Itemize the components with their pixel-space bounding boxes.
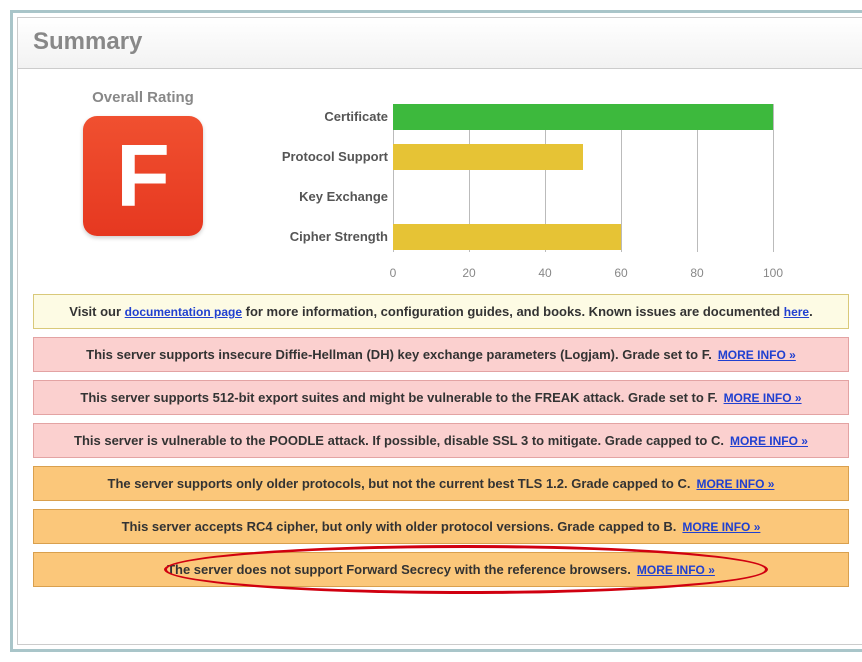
notice-row: The server does not support Forward Secr… [33, 552, 849, 587]
page-title: Summary [33, 28, 849, 56]
panel-inner: Summary Overall Rating F 020406080100 [17, 17, 862, 645]
more-info-link[interactable]: MORE INFO » [730, 434, 808, 448]
notice-text: This server supports insecure Diffie-Hel… [86, 347, 712, 362]
notice-inline-link[interactable]: documentation page [125, 305, 242, 319]
chart-bar [393, 224, 621, 250]
chart-bar [393, 144, 583, 170]
chart-tick-label: 0 [390, 266, 397, 280]
panel-outer: Summary Overall Rating F 020406080100 [10, 10, 862, 652]
chart-bar-slot [393, 184, 773, 210]
notice-row: The server supports only older protocols… [33, 466, 849, 501]
notice-text: The server does not support Forward Secr… [167, 562, 631, 577]
chart-tick-label: 40 [538, 266, 551, 280]
rating-grade: F [116, 132, 170, 220]
notice-row: This server accepts RC4 cipher, but only… [33, 509, 849, 544]
chart-plot: 020406080100 [393, 104, 773, 274]
chart-bar-label: Certificate [263, 109, 388, 124]
notice-text: This server is vulnerable to the POODLE … [74, 433, 724, 448]
notice-text: This server accepts RC4 cipher, but only… [122, 519, 677, 534]
rating-column: Overall Rating F [33, 84, 253, 274]
notice-text: This server supports 512-bit export suit… [80, 390, 717, 405]
chart-bar-slot [393, 104, 773, 130]
rating-badge: F [83, 116, 203, 236]
more-info-link[interactable]: MORE INFO » [724, 391, 802, 405]
more-info-link[interactable]: MORE INFO » [637, 563, 715, 577]
more-info-link[interactable]: MORE INFO » [696, 477, 774, 491]
content: Overall Rating F 020406080100 Certificat… [18, 69, 862, 587]
notices-list: Visit our documentation page for more in… [33, 294, 849, 587]
notice-row: This server is vulnerable to the POODLE … [33, 423, 849, 458]
notice-row: This server supports 512-bit export suit… [33, 380, 849, 415]
more-info-link[interactable]: MORE INFO » [682, 520, 760, 534]
chart-tick-label: 60 [614, 266, 627, 280]
chart-tick-label: 100 [763, 266, 783, 280]
chart-bar-slot [393, 224, 773, 250]
notice-row: Visit our documentation page for more in… [33, 294, 849, 329]
chart-bar-slot [393, 144, 773, 170]
chart-bar-label: Key Exchange [263, 189, 388, 204]
chart-bar-label: Protocol Support [263, 149, 388, 164]
summary-top-row: Overall Rating F 020406080100 Certificat… [33, 84, 849, 274]
chart-tick-label: 20 [462, 266, 475, 280]
chart-bar [393, 104, 773, 130]
score-chart: 020406080100 Certificate Protocol Support… [263, 104, 849, 274]
more-info-link[interactable]: MORE INFO » [718, 348, 796, 362]
chart-column: 020406080100 Certificate Protocol Support… [263, 84, 849, 274]
notice-row: This server supports insecure Diffie-Hel… [33, 337, 849, 372]
notice-text: The server supports only older protocols… [108, 476, 691, 491]
chart-bars [393, 104, 773, 250]
rating-label: Overall Rating [33, 89, 253, 106]
title-bar: Summary [18, 18, 862, 69]
notice-inline-link[interactable]: here [784, 305, 809, 319]
chart-bar-label: Cipher Strength [263, 229, 388, 244]
chart-tick-label: 80 [690, 266, 703, 280]
chart-ticks: 020406080100 [393, 264, 773, 286]
chart-gridline [773, 104, 774, 252]
